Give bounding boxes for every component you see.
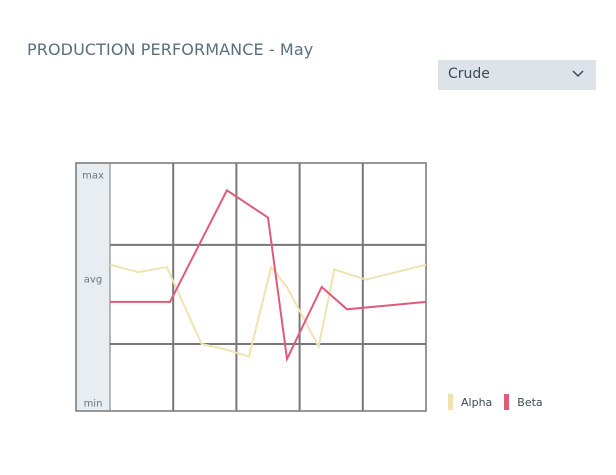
y-axis-band [76, 163, 110, 411]
legend-swatch-alpha [448, 394, 453, 410]
y-tick-label-max: max [82, 170, 104, 181]
legend-item-beta: Beta [504, 394, 543, 410]
series-line-alpha [109, 263, 427, 358]
y-tick-label-min: min [84, 399, 103, 410]
legend-item-alpha: Alpha [448, 394, 492, 410]
legend-label-alpha: Alpha [461, 395, 493, 409]
chart-series [109, 188, 427, 363]
chart-legend: Alpha Beta [448, 394, 543, 410]
legend-swatch-beta [504, 394, 510, 410]
series-line-beta [110, 188, 427, 363]
plot-frame [75, 162, 427, 412]
chart-grid [75, 162, 427, 412]
y-tick-label-avg: avg [84, 275, 102, 286]
legend-label-beta: Beta [517, 395, 543, 409]
